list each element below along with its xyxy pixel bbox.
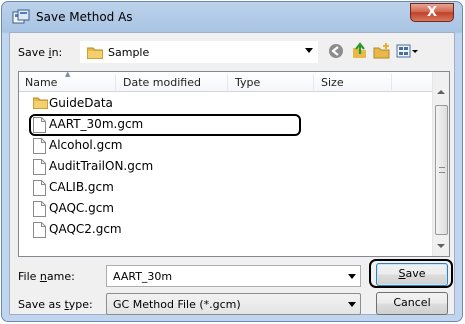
list-item[interactable]: CALIB.gcm: [19, 177, 433, 198]
column-type[interactable]: Type: [235, 76, 260, 89]
file-name: Alcohol.gcm: [49, 138, 123, 152]
document-icon: [33, 222, 46, 238]
save-method-dialog: Save Method As X Save in: Sample Name ▲ …: [1, 1, 463, 322]
dialog-client-area: Save in: Sample Name ▲ Date modified Typ…: [9, 32, 455, 315]
new-folder-icon[interactable]: [373, 42, 391, 60]
list-item[interactable]: AART_30m.gcm: [19, 114, 433, 136]
list-item[interactable]: AuditTrailON.gcm: [19, 156, 433, 177]
up-folder-icon[interactable]: [350, 42, 368, 60]
save-in-value: Sample: [108, 46, 150, 59]
cancel-button[interactable]: Cancel: [376, 292, 448, 315]
document-icon: [33, 159, 46, 175]
list-item[interactable]: Alcohol.gcm: [19, 135, 433, 156]
column-separator[interactable]: [391, 74, 392, 90]
save-in-label: Save in:: [18, 46, 63, 59]
folder-icon: [33, 97, 48, 109]
file-name: AART_30m.gcm: [49, 117, 144, 131]
chevron-down-icon: [305, 48, 313, 53]
save-as-type-label: Save as type:: [18, 298, 93, 311]
save-as-type-value: GC Method File (*.gcm): [113, 298, 241, 311]
grip-icon: [439, 167, 445, 173]
save-in-combo[interactable]: Sample: [80, 41, 318, 63]
chevron-down-icon: [348, 302, 356, 307]
vertical-scrollbar[interactable]: [432, 72, 449, 256]
file-name-label: File name:: [18, 270, 75, 283]
chevron-down-icon[interactable]: [348, 274, 356, 279]
scroll-thumb[interactable]: [435, 105, 448, 235]
file-name: QAQC.gcm: [49, 201, 114, 215]
column-separator[interactable]: [227, 74, 228, 90]
sort-ascending-icon: ▲: [65, 70, 71, 78]
file-name: QAQC2.gcm: [49, 222, 122, 236]
column-header: Name ▲ Date modified Type Size: [19, 70, 433, 92]
save-dialog-icon: [12, 9, 30, 24]
save-as-type-select[interactable]: GC Method File (*.gcm): [106, 293, 361, 315]
list-item[interactable]: QAQC.gcm: [19, 198, 433, 219]
back-icon[interactable]: [327, 42, 345, 60]
file-name: CALIB.gcm: [49, 180, 114, 194]
file-name: GuideData: [49, 96, 113, 110]
folder-icon: [87, 47, 103, 59]
document-icon: [33, 201, 46, 217]
save-button[interactable]: Save: [376, 263, 448, 286]
column-size[interactable]: Size: [321, 76, 344, 89]
document-icon: [33, 117, 46, 133]
close-button[interactable]: X: [410, 3, 454, 22]
list-item[interactable]: GuideData: [19, 93, 433, 114]
file-rows: GuideData AART_30m.gcm Alcohol.gcm Audit…: [19, 93, 433, 240]
list-item[interactable]: QAQC2.gcm: [19, 219, 433, 240]
file-name-field[interactable]: AART_30m: [106, 265, 361, 287]
column-separator[interactable]: [115, 74, 116, 90]
document-icon: [33, 180, 46, 196]
file-name: AuditTrailON.gcm: [49, 159, 154, 173]
column-name[interactable]: Name: [25, 76, 57, 89]
column-separator[interactable]: [313, 74, 314, 90]
view-menu-icon[interactable]: [396, 42, 420, 60]
column-date-modified[interactable]: Date modified: [123, 76, 201, 89]
scroll-down-icon[interactable]: [437, 244, 445, 248]
file-name-value: AART_30m: [113, 270, 173, 283]
file-list[interactable]: Name ▲ Date modified Type Size GuideData: [18, 70, 450, 257]
document-icon: [33, 138, 46, 154]
scroll-up-icon[interactable]: [437, 90, 445, 94]
dialog-title: Save Method As: [36, 10, 133, 24]
title-bar[interactable]: Save Method As X: [2, 2, 462, 32]
